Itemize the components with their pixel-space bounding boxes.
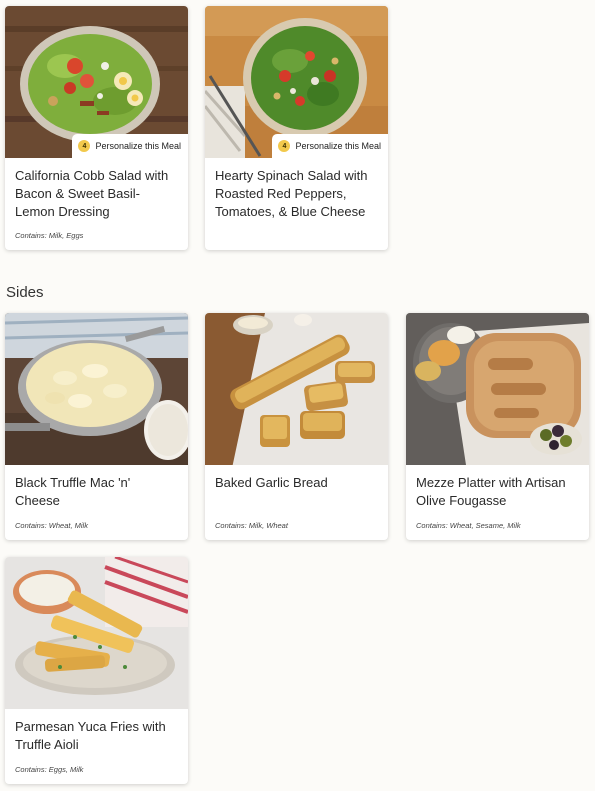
meal-menu-page: 4 Personalize this Meal California Cobb …: [0, 0, 595, 791]
meal-title[interactable]: Baked Garlic Bread: [205, 465, 388, 492]
meal-title[interactable]: Mezze Platter with Artisan Olive Fougass…: [406, 465, 589, 510]
meal-card-mac-cheese[interactable]: Black Truffle Mac 'n' Cheese Contains: W…: [5, 313, 188, 540]
meal-title[interactable]: Black Truffle Mac 'n' Cheese: [5, 465, 188, 510]
meal-photo-mezze-platter[interactable]: [406, 313, 589, 465]
personalize-meal-button[interactable]: 4 Personalize this Meal: [72, 134, 188, 158]
allergen-info: Contains: Eggs, Milk: [15, 765, 84, 774]
personalize-label: Personalize this Meal: [295, 141, 381, 151]
meal-card-cobb-salad[interactable]: 4 Personalize this Meal California Cobb …: [5, 6, 188, 250]
meal-title[interactable]: Hearty Spinach Salad with Roasted Red Pe…: [205, 158, 388, 221]
meal-card-yuca-fries[interactable]: Parmesan Yuca Fries with Truffle Aioli C…: [5, 557, 188, 784]
meal-photo-cobb-salad[interactable]: 4 Personalize this Meal: [5, 6, 188, 158]
meal-photo-yuca-fries[interactable]: [5, 557, 188, 709]
meal-photo-garlic-bread[interactable]: [205, 313, 388, 465]
meal-card-spinach-salad[interactable]: 4 Personalize this Meal Hearty Spinach S…: [205, 6, 388, 250]
allergen-info: Contains: Milk, Eggs: [15, 231, 84, 240]
meal-photo-spinach-salad[interactable]: 4 Personalize this Meal: [205, 6, 388, 158]
allergen-info: Contains: Wheat, Sesame, Milk: [416, 521, 521, 530]
meal-card-garlic-bread[interactable]: Baked Garlic Bread Contains: Milk, Wheat: [205, 313, 388, 540]
meal-photo-mac-cheese[interactable]: [5, 313, 188, 465]
meal-title[interactable]: California Cobb Salad with Bacon & Sweet…: [5, 158, 188, 221]
personalize-label: Personalize this Meal: [95, 141, 181, 151]
personalize-meal-button[interactable]: 4 Personalize this Meal: [272, 134, 388, 158]
meal-card-mezze-platter[interactable]: Mezze Platter with Artisan Olive Fougass…: [406, 313, 589, 540]
personalize-count-badge: 4: [278, 140, 291, 152]
allergen-info: Contains: Milk, Wheat: [215, 521, 288, 530]
personalize-count-badge: 4: [78, 140, 91, 152]
allergen-info: Contains: Wheat, Milk: [15, 521, 88, 530]
meal-title[interactable]: Parmesan Yuca Fries with Truffle Aioli: [5, 709, 188, 754]
sides-section-title: Sides: [6, 284, 44, 301]
